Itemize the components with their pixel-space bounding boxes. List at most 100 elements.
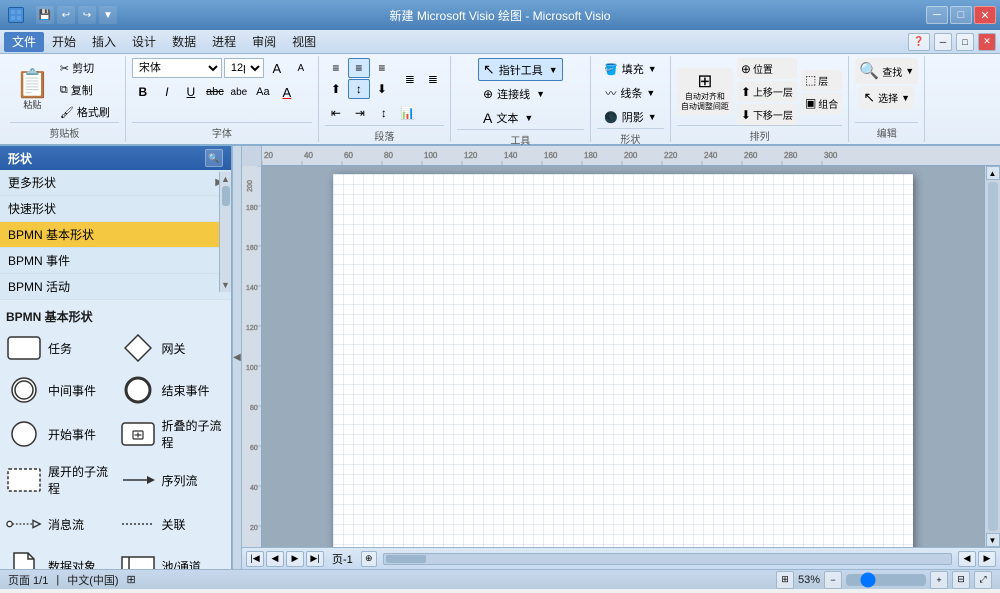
- shape-association[interactable]: 关联: [120, 509, 226, 539]
- sidebar-item-bpmn-basic[interactable]: BPMN 基本形状: [0, 222, 231, 248]
- font-shrink-btn[interactable]: A: [290, 58, 312, 78]
- zoom-out-btn[interactable]: −: [824, 571, 842, 589]
- align-middle-btn[interactable]: ↕: [348, 79, 370, 99]
- connector-tool-btn[interactable]: ⊕ 连接线 ▼: [478, 83, 550, 105]
- align-left-btn[interactable]: ≡: [325, 58, 347, 78]
- sidebar-item-bpmn-activity[interactable]: BPMN 活动: [0, 274, 231, 300]
- align-bottom-btn[interactable]: ⬇: [371, 79, 393, 99]
- shape-end-event[interactable]: 结束事件: [120, 375, 226, 405]
- scroll-left-btn[interactable]: ◀: [958, 551, 976, 567]
- sidebar-item-bpmn-event[interactable]: BPMN 事件: [0, 248, 231, 274]
- list2-btn[interactable]: ≣: [422, 69, 444, 89]
- scroll-up-btn[interactable]: ▲: [986, 166, 1000, 180]
- help-btn[interactable]: ❓: [908, 33, 930, 51]
- restore-button[interactable]: □: [950, 6, 972, 24]
- sidebar-collapse-btn[interactable]: ◀: [232, 146, 242, 569]
- sidebar-item-quick-shapes[interactable]: 快速形状: [0, 196, 231, 222]
- bottom-scrollbar[interactable]: [383, 553, 952, 565]
- zoom-fit-btn[interactable]: ⊟: [952, 571, 970, 589]
- canvas-scroll[interactable]: Baidu 经验 jingyan.baidu.com: [262, 166, 984, 547]
- cut-button[interactable]: ✂剪切: [59, 58, 119, 78]
- right-scrollbar[interactable]: ▲ ▼: [984, 166, 1000, 547]
- move-down-btn[interactable]: ⬇下移一层: [737, 104, 797, 125]
- dropdown-quick-btn[interactable]: ▼: [99, 6, 117, 24]
- fontcase-button[interactable]: Aa: [252, 82, 274, 102]
- shape-data-object[interactable]: 数据对象: [6, 551, 112, 569]
- ribbon-close-btn[interactable]: ✕: [978, 33, 996, 51]
- save-quick-btn[interactable]: 💾: [36, 6, 54, 24]
- align-right-btn[interactable]: ≡: [371, 58, 393, 78]
- fullscreen-btn[interactable]: ⤢: [974, 571, 992, 589]
- lineheight-btn[interactable]: ↕: [373, 103, 395, 123]
- shape-start-event[interactable]: 开始事件: [6, 417, 112, 451]
- menu-design[interactable]: 设计: [124, 32, 164, 52]
- nav-next-btn[interactable]: ▶: [286, 551, 304, 567]
- zoom-slider[interactable]: [846, 574, 926, 586]
- position-btn[interactable]: ⊕位置: [737, 58, 797, 79]
- menu-start[interactable]: 开始: [44, 32, 84, 52]
- shadow-btn[interactable]: 🌑 阴影 ▼: [599, 106, 662, 128]
- italic-button[interactable]: I: [156, 82, 178, 102]
- scroll-right-btn[interactable]: ▶: [978, 551, 996, 567]
- bold-button[interactable]: B: [132, 82, 154, 102]
- shape-collapsed-subprocess[interactable]: 折叠的子流程: [120, 417, 226, 451]
- copy-button[interactable]: ⧉复制: [59, 80, 119, 100]
- sidebar-item-more-shapes[interactable]: 更多形状 ▶: [0, 170, 231, 196]
- sidebar-scrollbar[interactable]: ▲ ▼: [219, 172, 231, 292]
- shape-message-flow[interactable]: 消息流: [6, 509, 112, 539]
- menu-review[interactable]: 审阅: [244, 32, 284, 52]
- status-fit-btn[interactable]: ⊞: [776, 571, 794, 589]
- move-up-btn[interactable]: ⬆上移一层: [737, 81, 797, 102]
- menu-data[interactable]: 数据: [164, 32, 204, 52]
- list-btn[interactable]: ≣: [399, 69, 421, 89]
- zoom-in-btn[interactable]: +: [930, 571, 948, 589]
- fontcolor-button[interactable]: A: [276, 82, 298, 102]
- select-btn[interactable]: ↖ 选择 ▼: [859, 86, 914, 109]
- auto-align-btn[interactable]: ⊞ 自动对齐和自动调整间距: [677, 68, 733, 114]
- menu-process[interactable]: 进程: [204, 32, 244, 52]
- shape-pool[interactable]: 池/通道: [120, 551, 226, 569]
- pointer-tool-btn[interactable]: ↖ 指针工具 ▼: [478, 58, 563, 81]
- menu-file[interactable]: 文件: [4, 32, 44, 52]
- tools-label: 工具: [457, 129, 584, 147]
- line-btn[interactable]: 〰 线条 ▼: [600, 82, 660, 104]
- indent-inc-btn[interactable]: ⇥: [349, 103, 371, 123]
- underline-button[interactable]: U: [180, 82, 202, 102]
- text-tool-btn[interactable]: A 文本 ▼: [478, 107, 538, 129]
- ribbon-min-btn[interactable]: ─: [934, 33, 952, 51]
- redo-quick-btn[interactable]: ↪: [78, 6, 96, 24]
- font-family-select[interactable]: 宋体: [132, 58, 222, 78]
- sidebar-search-btn[interactable]: 🔍: [205, 149, 223, 167]
- shape-task[interactable]: 任务: [6, 333, 112, 363]
- ribbon-restore-btn[interactable]: □: [956, 33, 974, 51]
- indent-dec-btn[interactable]: ⇤: [325, 103, 347, 123]
- shape-sequence-flow[interactable]: 序列流: [120, 463, 226, 497]
- paste-button[interactable]: 📋 粘贴: [10, 67, 55, 114]
- font-size-select[interactable]: 12pt: [224, 58, 264, 78]
- svg-text:100: 100: [424, 151, 438, 160]
- menu-insert[interactable]: 插入: [84, 32, 124, 52]
- find-btn[interactable]: 🔍 查找 ▼: [855, 58, 918, 84]
- align-center-btn[interactable]: ≡: [348, 58, 370, 78]
- close-button[interactable]: ✕: [974, 6, 996, 24]
- nav-first-btn[interactable]: |◀: [246, 551, 264, 567]
- nav-add-page-btn[interactable]: ⊕: [361, 551, 377, 567]
- undo-quick-btn[interactable]: ↩: [57, 6, 75, 24]
- nav-prev-btn[interactable]: ◀: [266, 551, 284, 567]
- shape-intermediate-event[interactable]: 中间事件: [6, 375, 112, 405]
- shape-expanded-subprocess[interactable]: 展开的子流程: [6, 463, 112, 497]
- fill-btn[interactable]: 🪣 填充 ▼: [599, 58, 662, 80]
- menu-view[interactable]: 视图: [284, 32, 324, 52]
- format-button[interactable]: 🖌格式刷: [59, 102, 119, 122]
- shape-gateway[interactable]: 网关: [120, 333, 226, 363]
- nav-last-btn[interactable]: ▶|: [306, 551, 324, 567]
- subscript-button[interactable]: abe: [228, 82, 250, 102]
- strikethrough-button[interactable]: abc: [204, 82, 226, 102]
- minimize-button[interactable]: ─: [926, 6, 948, 24]
- scroll-down-btn[interactable]: ▼: [986, 533, 1000, 547]
- font-grow-btn[interactable]: A: [266, 58, 288, 78]
- group-btn[interactable]: ▣组合: [801, 93, 842, 114]
- layer-btn[interactable]: ⬚层: [801, 70, 842, 91]
- barchart-btn[interactable]: 📊: [397, 103, 419, 123]
- align-top-btn[interactable]: ⬆: [325, 79, 347, 99]
